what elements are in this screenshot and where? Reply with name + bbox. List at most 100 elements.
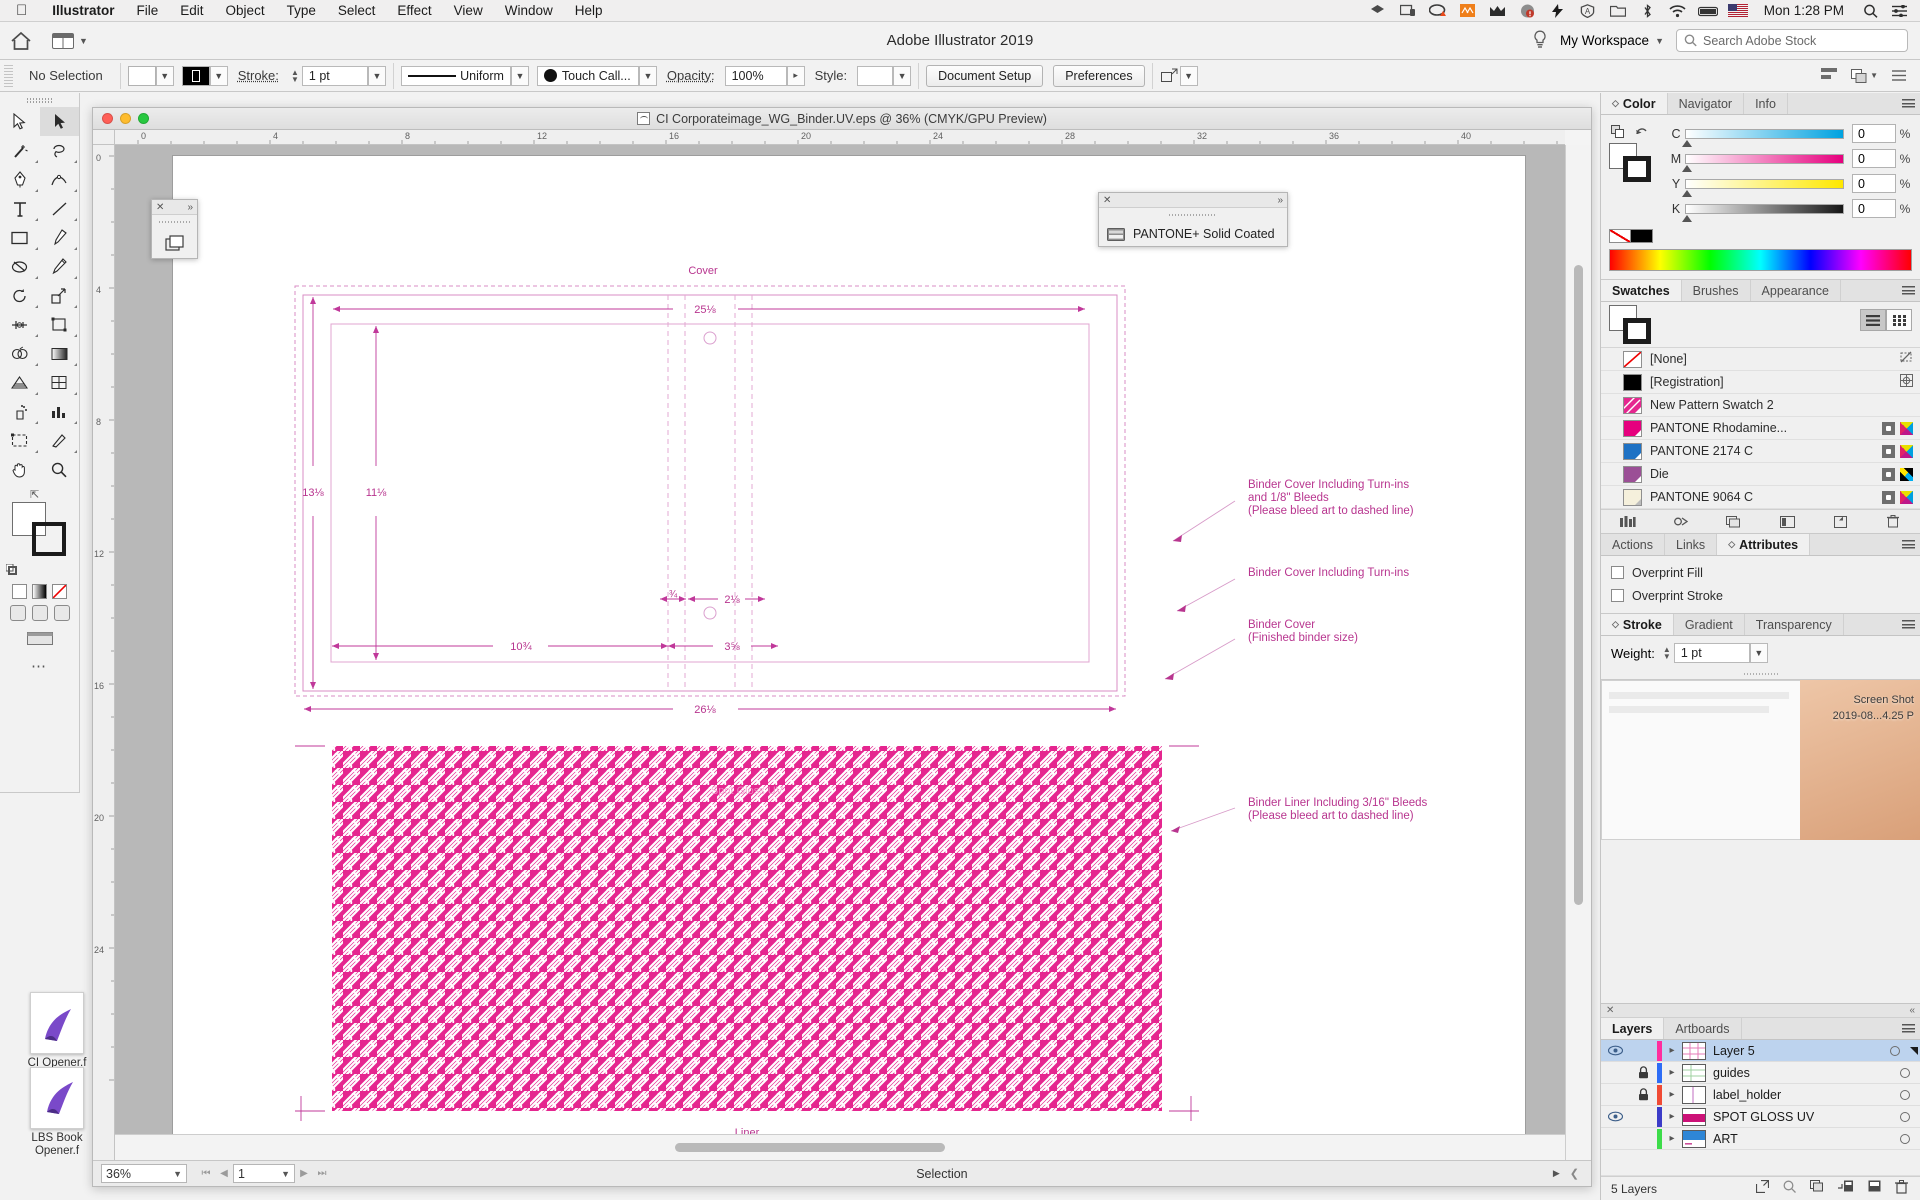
prev-page-icon[interactable]: ◀ [215,1168,233,1179]
scale-tool[interactable] [40,281,80,310]
layer-target-circle[interactable] [1890,1133,1920,1144]
list-view-icon[interactable] [1860,309,1886,331]
layer-target-circle[interactable] [1890,1067,1920,1078]
align-icon[interactable] [1821,67,1838,84]
menu-select[interactable]: Select [327,3,387,18]
chevron-down-icon[interactable]: ▼ [209,65,228,86]
display-lock-icon[interactable] [1398,3,1418,19]
paintbrush-tool[interactable] [40,223,80,252]
artboard-tool[interactable] [0,426,40,455]
color-spectrum-bar[interactable] [1609,249,1912,271]
shape-builder-mini-icon[interactable] [152,231,197,253]
tool-mini-panel[interactable]: ✕ » [151,199,198,259]
folder-icon[interactable] [1608,3,1628,19]
color-mode-color[interactable] [12,584,27,599]
swatches-fill-stroke-indicator[interactable] [1609,305,1655,345]
ruler-corner[interactable] [93,130,115,145]
battery-icon[interactable] [1697,3,1718,19]
swatch-libraries-icon[interactable] [1601,515,1654,528]
swatch-row[interactable]: New Pattern Swatch 2 [1601,394,1920,417]
wifi-icon[interactable] [1668,3,1688,19]
tab-attributes[interactable]: ◇ Attributes [1717,534,1811,555]
home-icon[interactable] [0,31,42,51]
next-page-icon[interactable]: ▶ [295,1168,313,1179]
swatch-chip-die[interactable] [1623,465,1642,483]
brush-definition-control[interactable]: Touch Call... ▼ [536,65,657,86]
adobe-stock-search[interactable]: Search Adobe Stock [1676,29,1908,52]
graphic-style-swatch[interactable] [857,65,894,86]
panel-menu-icon[interactable] [1896,1018,1920,1039]
arrange-documents-icon[interactable]: ▼ [42,32,98,49]
hand-tool[interactable] [0,455,40,484]
panel-menu-icon[interactable] [1896,280,1920,301]
stroke-weight-control[interactable]: ▲ ▼ 1 pt ▼ [289,65,386,86]
magic-wand-tool[interactable] [0,136,40,165]
column-graph-tool[interactable] [40,397,80,426]
tab-stroke[interactable]: ◇ Stroke [1601,614,1674,635]
layer-row[interactable]: ▸ SPOT GLOSS UV [1601,1106,1920,1128]
selection-tool[interactable] [0,107,40,136]
swatch-chip-none[interactable] [1623,350,1642,368]
zoom-level-field[interactable]: 36% ▼ [101,1164,187,1183]
status-resize-icon[interactable]: ❮ [1570,1167,1591,1180]
make-clipping-mask-icon[interactable] [1810,1180,1824,1197]
delete-swatch-icon[interactable] [1867,515,1920,528]
menu-bar-clock[interactable]: Mon 1:28 PM [1758,3,1850,18]
layer-visibility-toggle[interactable] [1601,1111,1629,1122]
panel-menu-icon[interactable] [1896,93,1920,114]
adobe-app-icon[interactable] [1458,3,1478,19]
fill-stroke-indicator[interactable] [1609,143,1655,183]
chevron-down-icon[interactable]: ▼ [173,1169,182,1179]
menu-view[interactable]: View [443,3,494,18]
layer-row[interactable]: ▸ Layer 5 [1601,1040,1920,1062]
collapse-panel-icon[interactable]: « [1909,1005,1915,1016]
delete-selection-icon[interactable] [1895,1180,1908,1197]
layer-lock-toggle[interactable] [1629,1088,1657,1101]
overprint-fill-checkbox[interactable] [1611,566,1624,579]
control-bar-grip[interactable] [4,64,13,87]
tab-gradient[interactable]: Gradient [1674,614,1745,635]
tab-transparency[interactable]: Transparency [1745,614,1844,635]
tab-layers[interactable]: Layers [1601,1018,1665,1039]
channel-slider-m[interactable] [1682,153,1844,172]
overprint-fill-row[interactable]: Overprint Fill [1601,561,1920,584]
tools-panel-grip[interactable] [0,93,79,107]
first-page-icon[interactable]: ⏮ [197,1168,215,1179]
swatch-chip-registration[interactable] [1623,373,1642,391]
channel-slider-k[interactable] [1682,203,1844,222]
channel-value-c[interactable]: 0 [1852,124,1896,143]
vertical-scroll-thumb[interactable] [1574,265,1583,905]
chevron-down-icon[interactable]: ▼ [1179,65,1198,86]
lasso-tool[interactable] [40,136,80,165]
layer-target-circle[interactable] [1890,1089,1920,1100]
swatch-library-panel[interactable]: ✕ » PANTONE+ Solid Coated [1098,192,1288,247]
swatch-chip-2174c[interactable] [1623,442,1642,460]
layer-expand-arrow[interactable]: ▸ [1662,1089,1682,1100]
stroke-weight-stepper[interactable]: ▲ ▼ [289,66,301,86]
channel-slider-y[interactable] [1682,178,1844,197]
arrange-control[interactable]: ▼ [1851,68,1878,83]
opacity-flyout-icon[interactable]: ▸ [786,65,805,86]
menu-illustrator[interactable]: Illustrator [41,3,125,18]
layer-lock-toggle[interactable] [1629,1066,1657,1079]
collapse-icon[interactable]: ◇ [1612,619,1619,630]
tab-brushes[interactable]: Brushes [1682,280,1751,301]
create-new-layer-icon[interactable] [1868,1180,1881,1197]
free-transform-tool[interactable] [40,310,80,339]
layer-expand-arrow[interactable]: ▸ [1662,1045,1682,1056]
channel-value-m[interactable]: 0 [1852,149,1896,168]
stroke-indicator[interactable] [1623,156,1651,182]
status-text[interactable]: Selection [331,1167,1553,1181]
flag-icon[interactable] [1727,3,1748,19]
canvas-area[interactable]: Cover 25⅛ 26⅛ 13⅛ 11⅛ 10¾ ¾ 2⅛ 3⅝ Spot G… [115,145,1565,1160]
swatch-chip-9064c[interactable] [1623,488,1642,506]
stroke-color-control[interactable]: ▼ [181,65,228,86]
release-to-layers-icon[interactable] [1755,1179,1770,1197]
search-icon[interactable] [1860,3,1880,19]
more-tools-ellipsis[interactable]: ⋯ [0,651,79,675]
close-icon[interactable]: ✕ [1606,1005,1614,1016]
none-swatch[interactable] [1609,229,1631,243]
panel-menu-icon[interactable] [1896,534,1920,555]
tab-artboards[interactable]: Artboards [1664,1018,1742,1039]
dropbox-icon[interactable] [1368,3,1388,19]
